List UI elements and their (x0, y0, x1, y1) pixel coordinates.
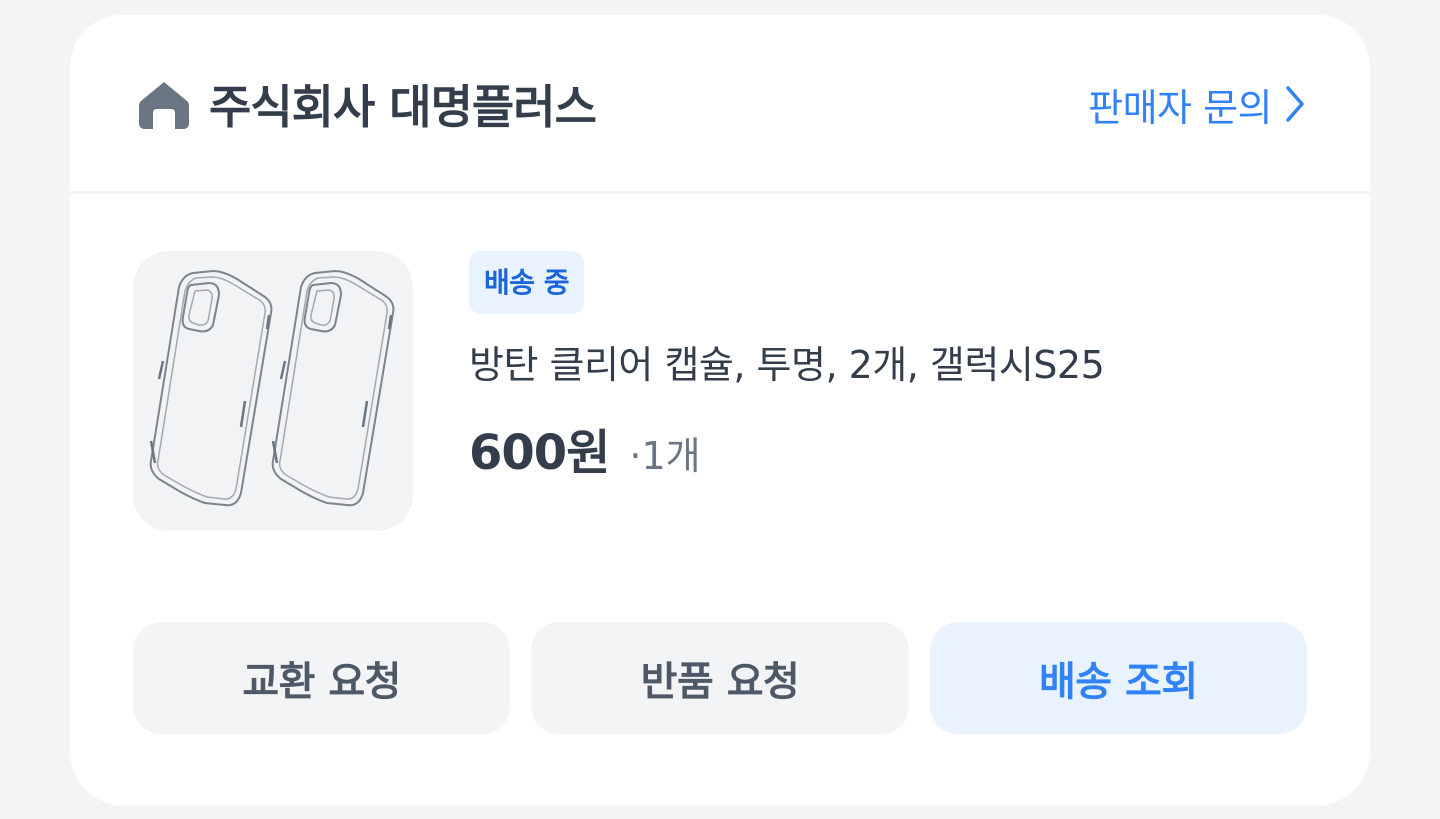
order-card: 주식회사 대명플러스 판매자 문의 배송 중 방탄 클리어 캡슐, 투명, 2개… (70, 15, 1370, 805)
product-thumbnail[interactable] (133, 251, 413, 531)
seller-inquiry-label: 판매자 문의 (1088, 85, 1272, 130)
seller-header: 주식회사 대명플러스 판매자 문의 (70, 15, 1370, 193)
product-name[interactable]: 방탄 클리어 캡슐, 투명, 2개, 갤럭시S25 (469, 334, 1105, 389)
status-badge: 배송 중 (469, 251, 585, 314)
seller-name: 주식회사 대명플러스 (209, 80, 597, 134)
clear-phone-case-image (149, 270, 395, 507)
order-actions: 교환 요청 반품 요청 배송 조회 (133, 622, 1307, 734)
product-info: 배송 중 방탄 클리어 캡슐, 투명, 2개, 갤럭시S25 600원 ·1개 (469, 251, 1105, 483)
track-delivery-button[interactable]: 배송 조회 (929, 622, 1307, 734)
seller-inquiry-link[interactable]: 판매자 문의 (1088, 77, 1306, 132)
return-request-button[interactable]: 반품 요청 (531, 622, 909, 734)
exchange-request-button[interactable]: 교환 요청 (133, 622, 511, 734)
home-icon (139, 82, 189, 129)
header-divider (70, 191, 1370, 194)
product-price: 600원 (469, 425, 610, 481)
chevron-right-icon (1286, 86, 1304, 122)
price-row: 600원 ·1개 (469, 413, 1104, 483)
product-quantity: ·1개 (629, 434, 701, 478)
seller-info: 주식회사 대명플러스 (137, 71, 597, 137)
